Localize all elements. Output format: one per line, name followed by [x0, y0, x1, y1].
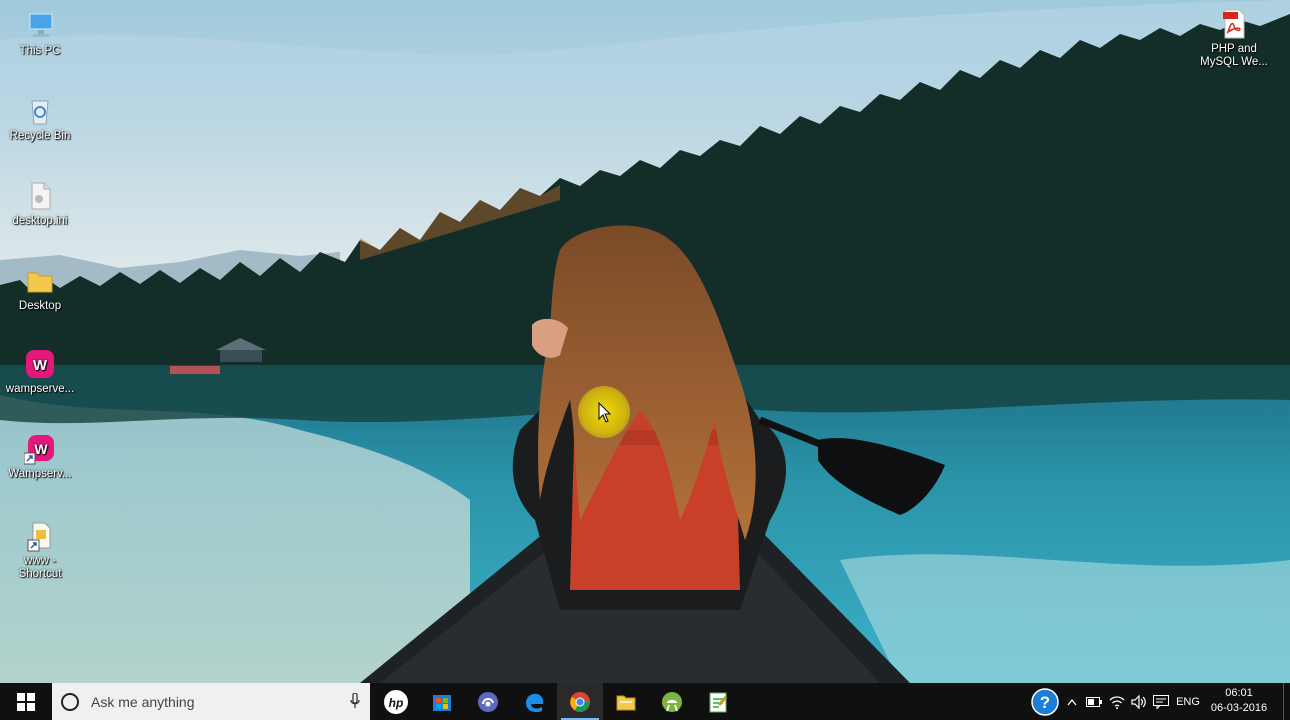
notepad-icon [709, 692, 728, 712]
svg-text:W: W [34, 441, 48, 457]
search-input[interactable] [89, 692, 333, 711]
desktop-icon-this-pc[interactable]: This PC [4, 10, 76, 58]
svg-text:W: W [33, 357, 48, 374]
battery-icon [1086, 696, 1102, 707]
notification-icon [1153, 694, 1169, 709]
desktop-icon-wampserver-shortcut[interactable]: W Wampserv... [4, 433, 76, 481]
file-icon [24, 180, 56, 212]
network-button[interactable] [1106, 683, 1128, 720]
wifi-icon [1109, 695, 1125, 709]
battery-button[interactable] [1084, 683, 1104, 720]
desktop-icon-php-pdf[interactable]: PHP and MySQL We... [1198, 8, 1270, 69]
store-icon [433, 694, 451, 711]
desktop-icon-label: wampserve... [5, 383, 75, 395]
torrent-icon [478, 691, 498, 712]
folder-icon [24, 265, 56, 297]
clock-date: 06-03-2016 [1210, 702, 1268, 714]
speaker-icon [1131, 694, 1146, 709]
taskbar-app-android-studio[interactable] [649, 683, 695, 720]
computer-icon [24, 10, 56, 42]
desktop-icon-wampserver[interactable]: W wampserve... [4, 348, 76, 396]
help-icon: ? [1031, 687, 1059, 716]
taskbar-app-notepad[interactable] [695, 683, 741, 720]
help-button[interactable]: ? [1028, 683, 1062, 720]
desktop-icon-label: www - Shortcut [18, 555, 62, 580]
taskbar-app-chrome[interactable] [557, 683, 603, 720]
volume-button[interactable] [1128, 683, 1150, 720]
clock[interactable]: 06:01 06-03-2016 [1208, 686, 1270, 716]
desktop-icon-label: Wampserv... [8, 468, 72, 480]
taskbar-app-edge[interactable] [511, 683, 557, 720]
chrome-icon [570, 691, 590, 712]
desktop-icon-label: PHP and MySQL We... [1200, 43, 1268, 68]
desktop-icon-recycle-bin[interactable]: Recycle Bin [4, 95, 76, 143]
action-center-button[interactable] [1150, 683, 1172, 720]
taskbar-app-torrent[interactable] [465, 683, 511, 720]
desktop-icon-desktop-folder[interactable]: Desktop [4, 265, 76, 313]
hp-icon: hp [384, 689, 408, 714]
show-desktop-button[interactable] [1283, 683, 1290, 720]
chevron-up-icon [1067, 698, 1077, 705]
taskbar-app-hp[interactable]: hp [373, 683, 419, 720]
wampserver-icon: W [24, 348, 56, 380]
folder-icon [616, 695, 636, 710]
desktop-icon-label: Desktop [18, 300, 62, 312]
clock-time: 06:01 [1225, 687, 1253, 699]
desktop-icon-label: desktop.ini [12, 215, 68, 227]
microphone-icon[interactable] [350, 693, 360, 709]
start-button[interactable] [0, 683, 52, 720]
desktop-icon-www-shortcut[interactable]: www - Shortcut [4, 520, 76, 581]
show-hidden-icons-button[interactable] [1064, 683, 1080, 720]
shortcut-file-icon [24, 520, 56, 552]
edge-icon [526, 693, 544, 712]
taskbar: hp ? ENG 06:01 06-03-2016 [0, 683, 1290, 720]
cortana-icon [61, 692, 79, 711]
svg-text:?: ? [1040, 693, 1050, 712]
pdf-icon [1218, 8, 1250, 40]
desktop-icon-label: This PC [19, 45, 61, 57]
taskbar-app-file-explorer[interactable] [603, 683, 649, 720]
wampserver-shortcut-icon: W [23, 433, 56, 465]
desktop-icon-desktop-ini[interactable]: desktop.ini [4, 180, 76, 228]
svg-text:hp: hp [389, 696, 404, 710]
desktop[interactable]: This PC Recycle Bin desktop.ini Desktop … [0, 0, 1290, 683]
recycle-bin-icon [24, 95, 56, 127]
desktop-icon-label: Recycle Bin [9, 130, 71, 142]
android-icon [662, 691, 682, 712]
cortana-search-box[interactable] [52, 683, 370, 720]
wallpaper-image [0, 0, 1290, 683]
taskbar-app-store[interactable] [419, 683, 465, 720]
windows-logo-icon [17, 692, 35, 711]
mouse-cursor-icon [598, 402, 612, 423]
language-indicator[interactable]: ENG [1172, 683, 1204, 720]
